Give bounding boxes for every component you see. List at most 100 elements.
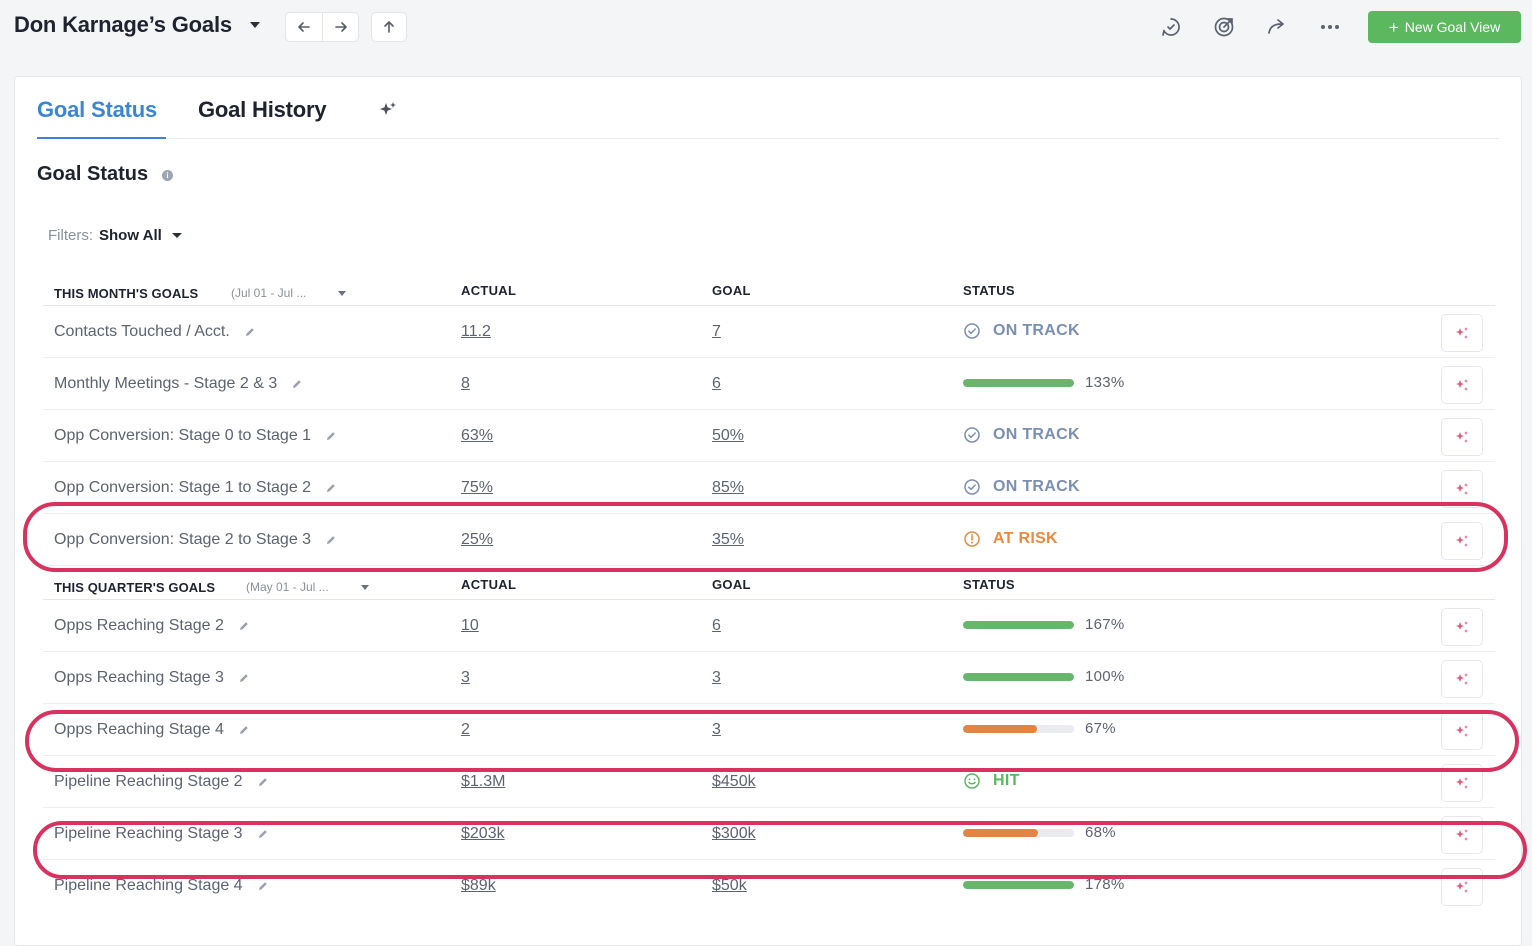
goal-value-link[interactable]: $300k (712, 825, 756, 843)
pencil-edit-icon[interactable] (238, 724, 250, 736)
row-ai-action-button[interactable] (1441, 764, 1483, 802)
goal-value-link[interactable]: 85% (712, 479, 744, 497)
goals-table: THIS MONTH'S GOALS (Jul 01 - Jul ... ACTUA… (43, 272, 1495, 912)
row-ai-action-button[interactable] (1441, 418, 1483, 456)
actual-value-link[interactable]: 8 (461, 375, 470, 393)
goal-value-link[interactable]: 6 (712, 617, 721, 635)
pencil-edit-icon[interactable] (238, 672, 250, 684)
progress-bar (963, 880, 1074, 889)
progress-fill (963, 620, 1074, 629)
pencil-edit-icon[interactable] (238, 620, 250, 632)
pencil-edit-icon[interactable] (291, 378, 303, 390)
table-row: Opps Reaching Stage 4 2 3 67% (43, 704, 1495, 756)
column-header-actual: ACTUAL (461, 577, 517, 592)
actual-value-link[interactable]: 75% (461, 479, 493, 497)
tab-goal-status[interactable]: Goal Status (37, 97, 157, 123)
back-button[interactable] (286, 13, 322, 41)
sparkle-icon (1456, 431, 1468, 443)
row-ai-action-button[interactable] (1441, 816, 1483, 854)
title-dropdown-caret-icon[interactable] (250, 22, 260, 28)
arrow-right-icon (334, 22, 347, 32)
goal-value-link[interactable]: $450k (712, 773, 756, 791)
pencil-edit-icon[interactable] (257, 828, 269, 840)
goal-value-link[interactable]: 7 (712, 323, 721, 341)
actual-value-link[interactable]: 11.2 (461, 323, 491, 341)
actual-value-link[interactable]: $203k (461, 825, 505, 843)
status-progress: 167% (963, 616, 1125, 633)
table-row: Opp Conversion: Stage 1 to Stage 2 75% 85%… (43, 462, 1495, 514)
actual-value-link[interactable]: 2 (461, 721, 470, 739)
row-ai-action-button[interactable] (1441, 660, 1483, 698)
pencil-edit-icon[interactable] (325, 534, 337, 546)
status-text: HIT (993, 772, 1020, 789)
pencil-edit-icon[interactable] (257, 776, 269, 788)
sparkle-icon (1456, 829, 1468, 841)
actual-value-link[interactable]: $89k (461, 877, 496, 895)
row-ai-action-button[interactable] (1441, 314, 1483, 352)
tab-goal-history[interactable]: Goal History (198, 97, 327, 123)
date-range[interactable]: (May 01 - Jul ... (246, 580, 329, 594)
date-range[interactable]: (Jul 01 - Jul ... (231, 286, 306, 300)
row-ai-action-button[interactable] (1441, 366, 1483, 404)
chevron-down-icon[interactable] (361, 585, 369, 590)
row-ai-action-button[interactable] (1441, 470, 1483, 508)
pencil-edit-icon[interactable] (257, 880, 269, 892)
sparkle-icon (1456, 379, 1468, 391)
progress-percent: 178% (1085, 876, 1125, 893)
row-ai-action-button[interactable] (1441, 712, 1483, 750)
target-button[interactable] (1211, 14, 1237, 40)
actual-value-link[interactable]: 10 (461, 617, 479, 635)
row-ai-action-button[interactable] (1441, 608, 1483, 646)
ellipsis-icon (1321, 25, 1339, 29)
new-goal-view-button[interactable]: + New Goal View (1368, 11, 1521, 43)
progress-percent: 68% (1085, 824, 1116, 841)
filters-control[interactable]: Filters: Show All (48, 227, 182, 244)
more-options-button[interactable] (1317, 14, 1343, 40)
new-goal-view-label: New Goal View (1404, 19, 1501, 35)
goal-name-text: Opps Reaching Stage 2 (54, 617, 224, 634)
page-title[interactable]: Don Karnage’s Goals (14, 12, 232, 38)
goal-value-link[interactable]: 3 (712, 721, 721, 739)
goal-value-link[interactable]: 35% (712, 531, 744, 549)
sync-button[interactable] (1158, 14, 1184, 40)
info-icon[interactable]: i (162, 170, 173, 181)
pencil-edit-icon[interactable] (325, 430, 337, 442)
status-badge: ON TRACK (963, 478, 1080, 496)
goal-value-link[interactable]: 6 (712, 375, 721, 393)
progress-percent: 100% (1085, 668, 1125, 685)
ai-sparkle-button[interactable] (377, 99, 399, 121)
chevron-down-icon[interactable] (171, 233, 182, 238)
goal-value-link[interactable]: 50% (712, 427, 744, 445)
forward-button[interactable] (322, 13, 358, 41)
status-progress: 67% (963, 720, 1116, 737)
up-button[interactable] (372, 13, 406, 41)
progress-percent: 67% (1085, 720, 1116, 737)
goal-value-link[interactable]: 3 (712, 669, 721, 687)
refresh-chat-icon (1162, 18, 1180, 36)
sparkle-icon (1456, 777, 1468, 789)
row-ai-action-button[interactable] (1441, 868, 1483, 906)
goal-name-text: Contacts Touched / Acct. (54, 323, 230, 340)
progress-bar (963, 620, 1074, 629)
table-row: Opp Conversion: Stage 2 to Stage 3 25% 35%… (43, 514, 1495, 566)
actual-value-link[interactable]: $1.3M (461, 773, 505, 791)
column-header-status: STATUS (963, 283, 1015, 298)
pencil-edit-icon[interactable] (325, 482, 337, 494)
actual-value-link[interactable]: 3 (461, 669, 470, 687)
actual-value-link[interactable]: 63% (461, 427, 493, 445)
row-ai-action-button[interactable] (1441, 522, 1483, 560)
filters-label: Filters: (48, 227, 93, 244)
actual-value-link[interactable]: 25% (461, 531, 493, 549)
column-header-goal: GOAL (712, 577, 751, 592)
filters-value[interactable]: Show All (99, 227, 162, 244)
progress-bar (963, 724, 1074, 733)
goal-name: Opps Reaching Stage 3 (54, 669, 250, 687)
share-button[interactable] (1264, 14, 1290, 40)
goal-value-link[interactable]: $50k (712, 877, 747, 895)
chevron-down-icon[interactable] (338, 291, 346, 296)
progress-percent: 167% (1085, 616, 1125, 633)
pencil-edit-icon[interactable] (244, 326, 256, 338)
arrow-up-icon (384, 21, 394, 33)
smile-icon (964, 773, 980, 789)
goal-name-text: Opps Reaching Stage 4 (54, 721, 224, 738)
